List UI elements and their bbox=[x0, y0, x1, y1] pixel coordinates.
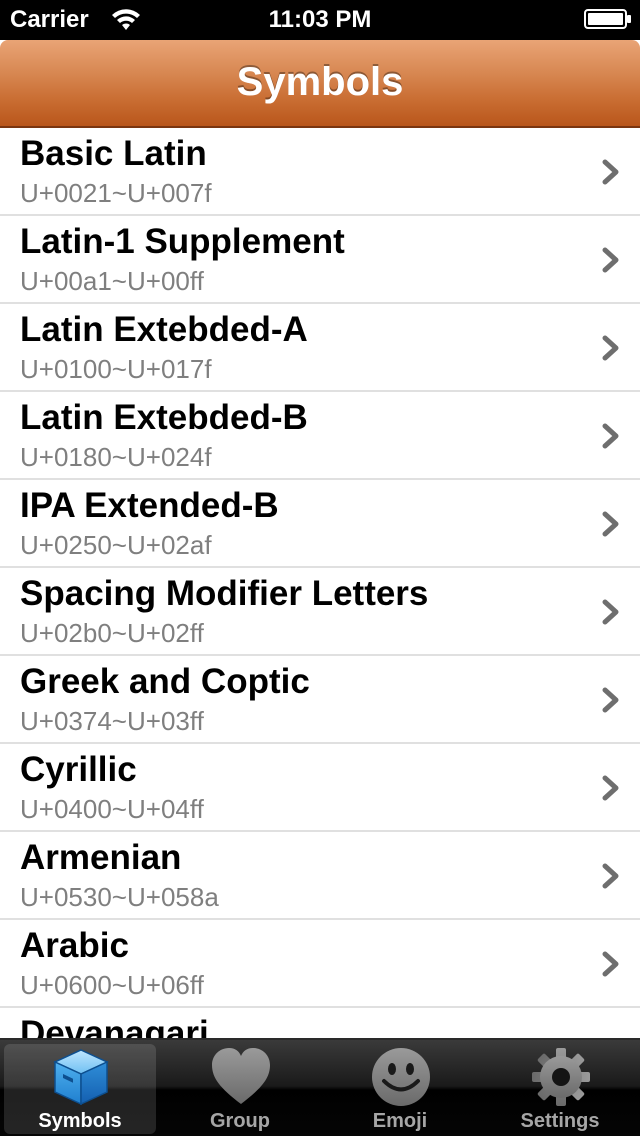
chevron-right-icon bbox=[602, 159, 619, 185]
list-item[interactable]: Latin Extebded-B U+0180~U+024f bbox=[0, 392, 640, 480]
list-item-range: U+0021~U+007f bbox=[20, 178, 212, 208]
navigation-bar: Symbols bbox=[0, 40, 640, 128]
list-item-title: Basic Latin bbox=[20, 134, 207, 173]
list-item-title: Latin Extebded-B bbox=[20, 398, 308, 437]
list-item[interactable]: Devanagari bbox=[0, 1008, 640, 1038]
list-item-range: U+0250~U+02af bbox=[20, 530, 212, 560]
gear-icon bbox=[532, 1048, 590, 1106]
chevron-right-icon bbox=[602, 511, 619, 537]
tab-emoji[interactable]: Emoji bbox=[324, 1044, 476, 1134]
chevron-right-icon bbox=[602, 423, 619, 449]
chevron-right-icon bbox=[602, 599, 619, 625]
status-time: 11:03 PM bbox=[268, 6, 372, 33]
list-item-range: U+0400~U+04ff bbox=[20, 794, 204, 824]
list-item-range: U+0180~U+024f bbox=[20, 442, 212, 472]
tab-bar: Symbols Group Emoji Settings bbox=[0, 1038, 640, 1136]
chevron-right-icon bbox=[602, 247, 619, 273]
list-item-title: Latin-1 Supplement bbox=[20, 222, 345, 261]
tab-settings[interactable]: Settings bbox=[484, 1044, 636, 1134]
tab-symbols[interactable]: Symbols bbox=[4, 1044, 156, 1134]
list-item-title: Arabic bbox=[20, 926, 129, 965]
list-item-title: Cyrillic bbox=[20, 750, 137, 789]
list-item[interactable]: Greek and Coptic U+0374~U+03ff bbox=[0, 656, 640, 744]
list-item-title: Spacing Modifier Letters bbox=[20, 574, 429, 613]
chevron-right-icon bbox=[602, 775, 619, 801]
list-item-title: IPA Extended-B bbox=[20, 486, 279, 525]
list-item[interactable]: IPA Extended-B U+0250~U+02af bbox=[0, 480, 640, 568]
list-item-range: U+0530~U+058a bbox=[20, 882, 219, 912]
list-item-title: Armenian bbox=[20, 838, 182, 877]
box-icon bbox=[53, 1049, 109, 1106]
chevron-right-icon bbox=[602, 863, 619, 889]
symbol-block-list[interactable]: Basic Latin U+0021~U+007f Latin-1 Supple… bbox=[0, 128, 640, 1038]
list-item-range: U+0100~U+017f bbox=[20, 354, 212, 384]
tab-label: Settings bbox=[520, 1110, 600, 1132]
list-item[interactable]: Arabic U+0600~U+06ff bbox=[0, 920, 640, 1008]
list-item-title: Devanagari bbox=[20, 1014, 209, 1038]
list-item-title: Latin Extebded-A bbox=[20, 310, 308, 349]
list-item-range: U+00a1~U+00ff bbox=[20, 266, 204, 296]
list-item-range: U+02b0~U+02ff bbox=[20, 618, 204, 648]
chevron-right-icon bbox=[602, 687, 619, 713]
list-item[interactable]: Basic Latin U+0021~U+007f bbox=[0, 128, 640, 216]
list-item[interactable]: Spacing Modifier Letters U+02b0~U+02ff bbox=[0, 568, 640, 656]
tab-label: Emoji bbox=[372, 1110, 428, 1132]
chevron-right-icon bbox=[602, 951, 619, 977]
tab-group[interactable]: Group bbox=[164, 1044, 316, 1134]
list-item-range: U+0374~U+03ff bbox=[20, 706, 204, 736]
tab-label: Symbols bbox=[38, 1110, 122, 1132]
battery-icon bbox=[584, 9, 631, 29]
heart-icon bbox=[212, 1048, 270, 1104]
list-item-range: U+0600~U+06ff bbox=[20, 970, 204, 1000]
list-item-title: Greek and Coptic bbox=[20, 662, 310, 701]
smiley-icon bbox=[372, 1048, 430, 1106]
list-item[interactable]: Latin Extebded-A U+0100~U+017f bbox=[0, 304, 640, 392]
list-item[interactable]: Armenian U+0530~U+058a bbox=[0, 832, 640, 920]
chevron-right-icon bbox=[602, 335, 619, 361]
status-bar: Carrier 11:03 PM bbox=[0, 0, 640, 40]
list-item[interactable]: Cyrillic U+0400~U+04ff bbox=[0, 744, 640, 832]
tab-label: Group bbox=[210, 1110, 270, 1132]
page-title: Symbols bbox=[236, 60, 404, 104]
list-item[interactable]: Latin-1 Supplement U+00a1~U+00ff bbox=[0, 216, 640, 304]
